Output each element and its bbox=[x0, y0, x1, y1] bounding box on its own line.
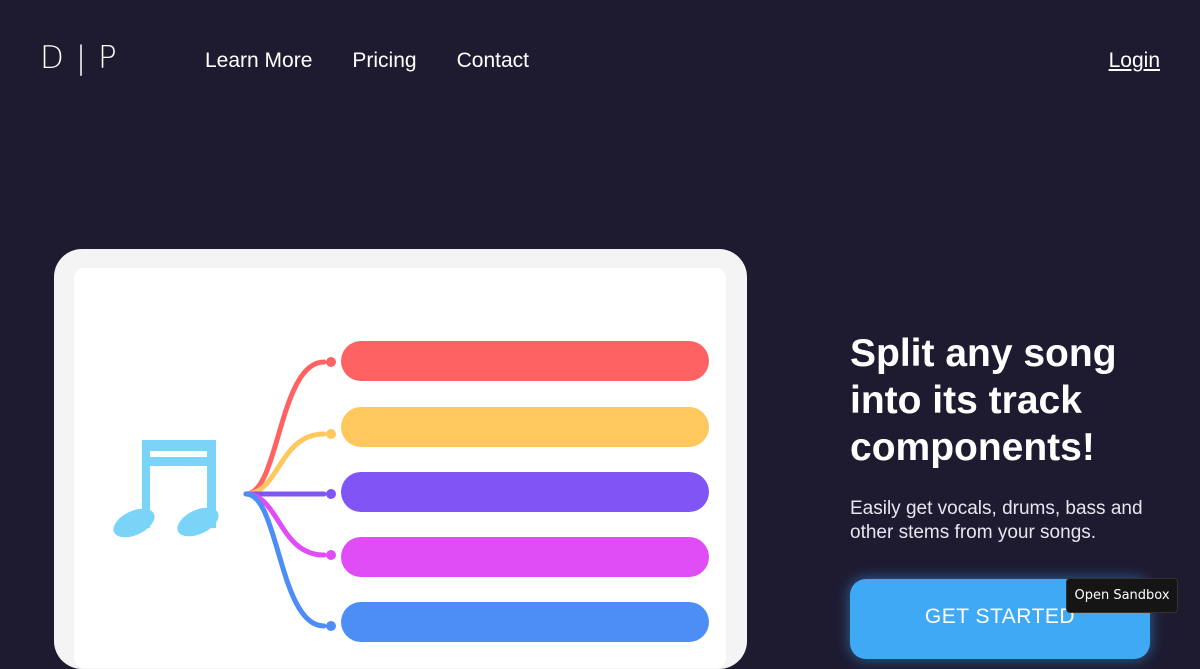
stem-bar-4 bbox=[341, 537, 709, 577]
open-sandbox-button[interactable]: Open Sandbox bbox=[1066, 578, 1178, 613]
logo[interactable]: D | P bbox=[40, 40, 118, 76]
stem-split-illustration bbox=[113, 341, 709, 642]
branch-dots bbox=[326, 357, 336, 631]
illustration-screen bbox=[74, 268, 726, 668]
stem-bar-3 bbox=[341, 472, 709, 512]
hero-subline: Easily get vocals, drums, bass and other… bbox=[850, 498, 1143, 543]
main-nav: Learn More Pricing Contact bbox=[205, 49, 529, 73]
nav-pricing[interactable]: Pricing bbox=[352, 49, 416, 73]
nav-learn-more[interactable]: Learn More bbox=[205, 49, 312, 73]
login-link[interactable]: Login bbox=[1109, 49, 1160, 73]
stem-bar-2 bbox=[341, 407, 709, 447]
stem-bar-1 bbox=[341, 341, 709, 381]
branch-lines bbox=[243, 359, 327, 629]
music-note-icon bbox=[113, 440, 219, 538]
stem-bar-5 bbox=[341, 602, 709, 642]
hero-headline: Split any song into its track components… bbox=[850, 332, 1117, 469]
nav-contact[interactable]: Contact bbox=[457, 49, 529, 73]
illustration-frame bbox=[54, 249, 747, 669]
